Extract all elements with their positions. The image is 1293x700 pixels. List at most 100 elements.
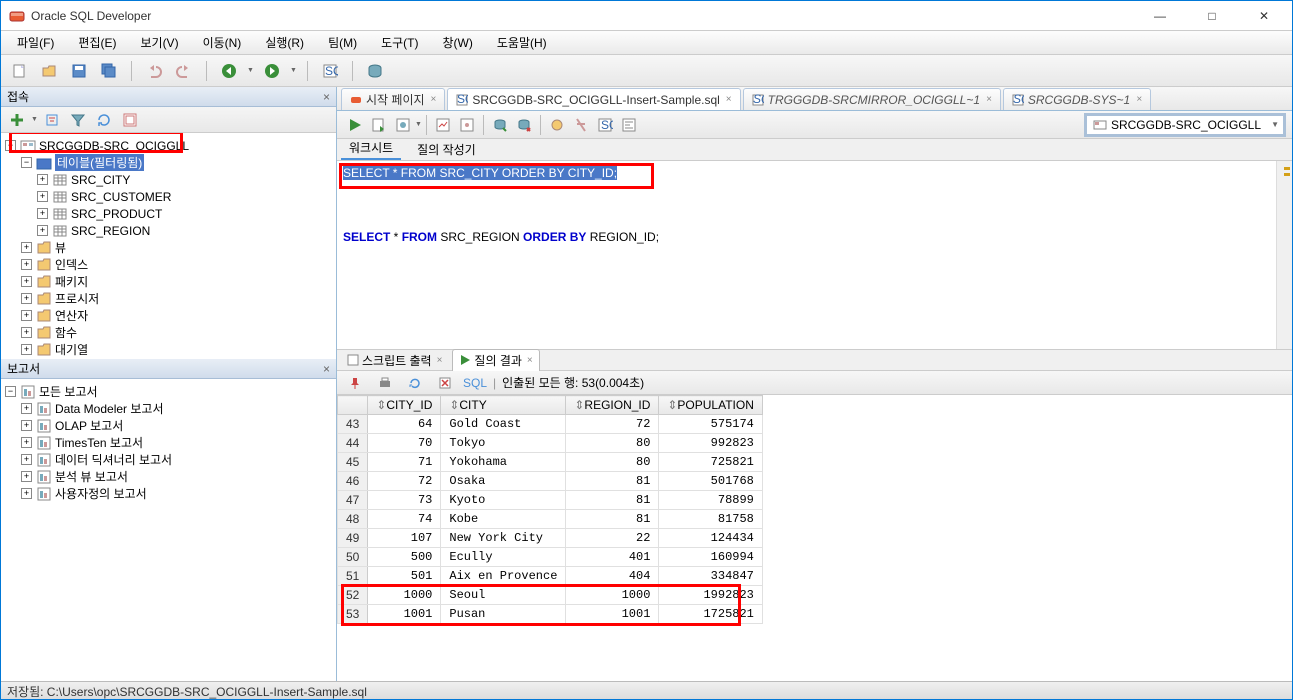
run-icon[interactable] bbox=[343, 113, 367, 137]
population-cell[interactable]: 725821 bbox=[659, 453, 762, 472]
sql-worksheet-icon[interactable]: SQL bbox=[318, 59, 342, 83]
tree-folder[interactable]: +대기열 테이블 bbox=[3, 358, 334, 359]
regionid-cell[interactable]: 22 bbox=[566, 529, 659, 548]
table-row[interactable]: 4364Gold Coast72575174 bbox=[338, 415, 763, 434]
city-cell[interactable]: Ecully bbox=[441, 548, 566, 567]
history-icon[interactable]: SQL bbox=[593, 113, 617, 137]
cityid-cell[interactable]: 1000 bbox=[368, 586, 441, 605]
city-cell[interactable]: Gold Coast bbox=[441, 415, 566, 434]
table-row[interactable]: 4571Yokohama80725821 bbox=[338, 453, 763, 472]
city-cell[interactable]: Yokohama bbox=[441, 453, 566, 472]
undo-icon[interactable] bbox=[142, 59, 166, 83]
refresh-result-icon[interactable] bbox=[403, 371, 427, 395]
menu-file[interactable]: 파일(F) bbox=[7, 32, 64, 53]
city-cell[interactable]: Kobe bbox=[441, 510, 566, 529]
new-icon[interactable] bbox=[7, 59, 31, 83]
sql-editor[interactable]: SELECT * FROM SRC_CITY ORDER BY CITY_ID;… bbox=[337, 161, 1292, 349]
regionid-cell[interactable]: 80 bbox=[566, 453, 659, 472]
tree-tables-folder[interactable]: − 테이블(필터링됨) bbox=[3, 154, 334, 171]
pin-icon[interactable] bbox=[343, 371, 367, 395]
regionid-cell[interactable]: 401 bbox=[566, 548, 659, 567]
table-row[interactable]: 4773Kyoto8178899 bbox=[338, 491, 763, 510]
cityid-cell[interactable]: 501 bbox=[368, 567, 441, 586]
expand-icon[interactable] bbox=[118, 108, 142, 132]
population-cell[interactable]: 334847 bbox=[659, 567, 762, 586]
expand-icon[interactable]: + bbox=[37, 191, 48, 202]
population-cell[interactable]: 1725821 bbox=[659, 605, 762, 624]
panel-close-icon[interactable]: × bbox=[323, 362, 330, 376]
new-connection-icon[interactable] bbox=[5, 108, 29, 132]
report-item[interactable]: +분석 뷰 보고서 bbox=[3, 468, 334, 485]
run-script-icon[interactable] bbox=[367, 113, 391, 137]
nav-fwd-icon[interactable] bbox=[260, 59, 284, 83]
menu-team[interactable]: 팀(M) bbox=[318, 32, 367, 53]
cityid-cell[interactable]: 72 bbox=[368, 472, 441, 491]
redo-icon[interactable] bbox=[172, 59, 196, 83]
menu-tools[interactable]: 도구(T) bbox=[371, 32, 428, 53]
table-row[interactable]: 4470Tokyo80992823 bbox=[338, 434, 763, 453]
report-item[interactable]: +Data Modeler 보고서 bbox=[3, 400, 334, 417]
menu-edit[interactable]: 편집(E) bbox=[68, 32, 126, 53]
nav-back-icon[interactable] bbox=[217, 59, 241, 83]
nav-back-dropdown[interactable]: ▼ bbox=[247, 67, 254, 74]
panel-close-icon[interactable]: × bbox=[323, 90, 330, 104]
editor-tab[interactable]: SQLSRCGGDB-SRC_OCIGGLL-Insert-Sample.sql… bbox=[447, 88, 740, 110]
cityid-cell[interactable]: 70 bbox=[368, 434, 441, 453]
population-cell[interactable]: 1992823 bbox=[659, 586, 762, 605]
population-cell[interactable]: 501768 bbox=[659, 472, 762, 491]
expand-icon[interactable]: + bbox=[21, 471, 32, 482]
editor-tab[interactable]: SQLSRCGGDB-SYS~1× bbox=[1003, 88, 1151, 110]
tree-folder[interactable]: +대기열 bbox=[3, 341, 334, 358]
table-row[interactable]: 4874Kobe8181758 bbox=[338, 510, 763, 529]
city-cell[interactable]: Kyoto bbox=[441, 491, 566, 510]
expand-icon[interactable]: + bbox=[21, 293, 32, 304]
sql-link[interactable]: SQL bbox=[463, 376, 487, 390]
save-icon[interactable] bbox=[67, 59, 91, 83]
results-grid[interactable]: ⇕CITY_ID ⇕CITY ⇕REGION_ID ⇕POPULATION 43… bbox=[337, 395, 1292, 681]
rollback-icon[interactable] bbox=[512, 113, 536, 137]
expand-icon[interactable]: + bbox=[37, 225, 48, 236]
nav-fwd-dropdown[interactable]: ▼ bbox=[290, 67, 297, 74]
close-icon[interactable]: × bbox=[1136, 94, 1142, 105]
expand-icon[interactable]: + bbox=[21, 454, 32, 465]
format-icon[interactable] bbox=[617, 113, 641, 137]
regionid-cell[interactable]: 1000 bbox=[566, 586, 659, 605]
autotrace-icon[interactable] bbox=[431, 113, 455, 137]
expand-icon[interactable]: + bbox=[21, 488, 32, 499]
col-population[interactable]: ⇕POPULATION bbox=[659, 396, 762, 415]
collapse-icon[interactable]: − bbox=[21, 157, 32, 168]
tree-folder[interactable]: +인덱스 bbox=[3, 256, 334, 273]
connections-tree[interactable]: − SRCGGDB-SRC_OCIGGLL − 테이블(필터링됨) +SRC_C… bbox=[1, 133, 336, 359]
filter-icon[interactable] bbox=[40, 108, 64, 132]
population-cell[interactable]: 78899 bbox=[659, 491, 762, 510]
close-icon[interactable]: × bbox=[437, 355, 443, 366]
cityid-cell[interactable]: 73 bbox=[368, 491, 441, 510]
city-cell[interactable]: Pusan bbox=[441, 605, 566, 624]
menu-view[interactable]: 보기(V) bbox=[130, 32, 188, 53]
regionid-cell[interactable]: 81 bbox=[566, 472, 659, 491]
table-row[interactable]: 4672Osaka81501768 bbox=[338, 472, 763, 491]
clear-icon[interactable] bbox=[569, 113, 593, 137]
cancel-icon[interactable] bbox=[433, 371, 457, 395]
print-icon[interactable] bbox=[373, 371, 397, 395]
table-row[interactable]: 50500Ecully401160994 bbox=[338, 548, 763, 567]
cityid-cell[interactable]: 500 bbox=[368, 548, 441, 567]
tree-table-srccustomer[interactable]: +SRC_CUSTOMER bbox=[3, 188, 334, 205]
col-region-id[interactable]: ⇕REGION_ID bbox=[566, 396, 659, 415]
editor-tab[interactable]: 시작 페이지× bbox=[341, 88, 445, 110]
tree-folder[interactable]: +패키지 bbox=[3, 273, 334, 290]
close-icon[interactable]: × bbox=[986, 94, 992, 105]
report-item[interactable]: +사용자정의 보고서 bbox=[3, 485, 334, 502]
result-tab-script[interactable]: 스크립트 출력 × bbox=[341, 350, 448, 371]
explain-icon[interactable] bbox=[391, 113, 415, 137]
rownum-header[interactable] bbox=[338, 396, 368, 415]
city-cell[interactable]: Aix en Provence bbox=[441, 567, 566, 586]
expand-icon[interactable]: − bbox=[5, 386, 16, 397]
cityid-cell[interactable]: 64 bbox=[368, 415, 441, 434]
city-cell[interactable]: New York City bbox=[441, 529, 566, 548]
report-item[interactable]: +TimesTen 보고서 bbox=[3, 434, 334, 451]
tree-folder[interactable]: +함수 bbox=[3, 324, 334, 341]
regionid-cell[interactable]: 80 bbox=[566, 434, 659, 453]
regionid-cell[interactable]: 404 bbox=[566, 567, 659, 586]
table-row[interactable]: 51501Aix en Provence404334847 bbox=[338, 567, 763, 586]
